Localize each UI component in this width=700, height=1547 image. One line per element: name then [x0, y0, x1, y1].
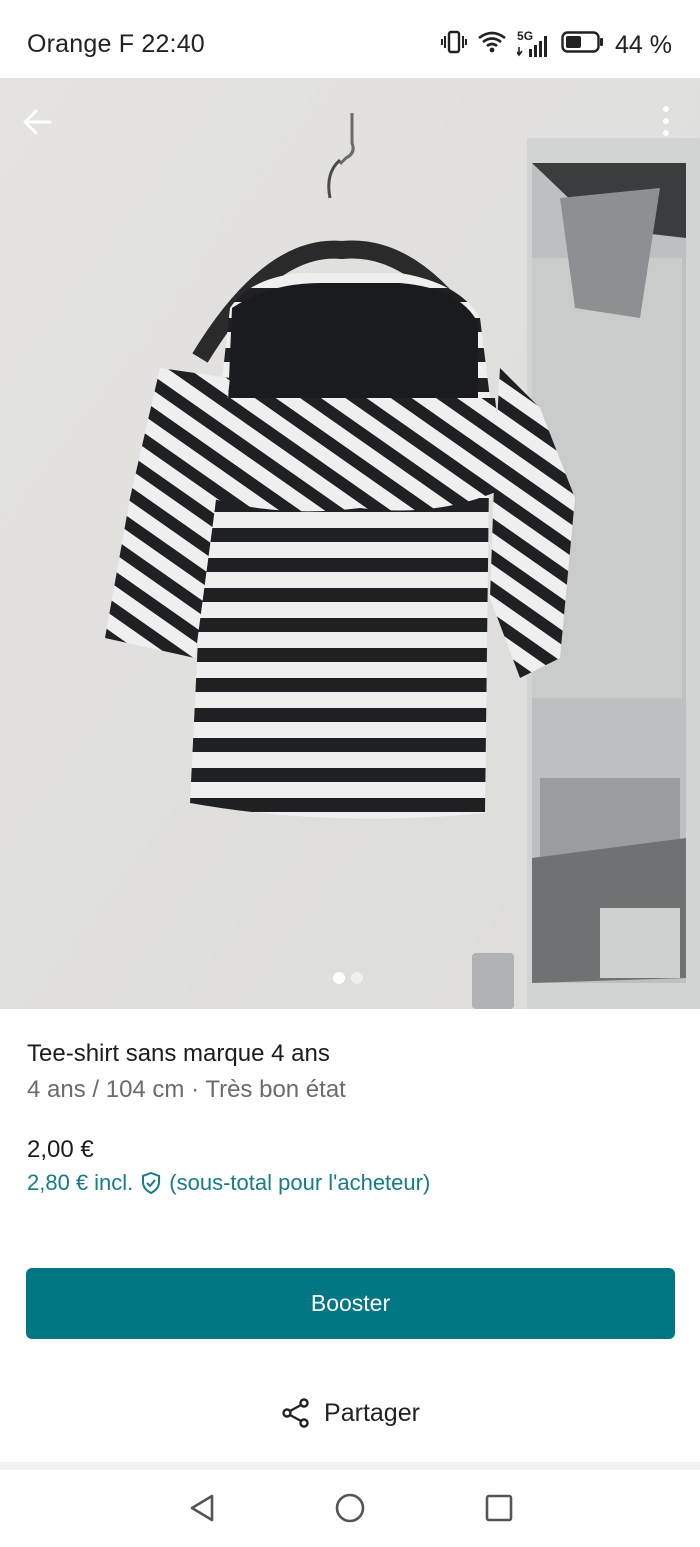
- booster-label: Booster: [310, 1290, 391, 1316]
- protection-note: (sous-total pour l'acheteur): [169, 1170, 431, 1195]
- item-price: 2,00 €: [27, 1136, 94, 1163]
- back-button[interactable]: [16, 100, 60, 144]
- booster-button[interactable]: Booster: [26, 1268, 675, 1339]
- buyer-protection-link[interactable]: 2,80 € incl. (sous-total pour l'acheteur…: [27, 1170, 430, 1196]
- status-bar: Orange F 22:40 5G 44 %: [0, 0, 700, 78]
- item-subtitle: 4 ans / 104 cm · Très bon état: [27, 1076, 346, 1103]
- system-nav-bar: [0, 1470, 700, 1547]
- product-image: [0, 78, 700, 1009]
- nav-home-button[interactable]: [332, 1490, 368, 1526]
- more-vertical-icon: [663, 106, 669, 136]
- share-button[interactable]: Partager: [0, 1393, 700, 1433]
- vibrate-icon: [441, 30, 468, 61]
- gallery-dot-active[interactable]: [333, 972, 345, 984]
- more-options-button[interactable]: [654, 100, 678, 144]
- shield-check-icon: [139, 1171, 163, 1195]
- product-photo[interactable]: [0, 78, 700, 1009]
- price-incl-value: 2,80 €: [27, 1170, 89, 1195]
- square-recents-icon: [485, 1494, 513, 1522]
- share-icon: [282, 1398, 309, 1428]
- nav-recents-button[interactable]: [481, 1490, 517, 1526]
- triangle-back-icon: [190, 1494, 214, 1522]
- gallery-dot[interactable]: [351, 972, 363, 984]
- battery-percent: 44 %: [615, 31, 672, 59]
- incl-label: incl.: [94, 1170, 134, 1195]
- divider: [0, 1462, 700, 1470]
- arrow-left-icon: [23, 109, 52, 135]
- nav-back-button[interactable]: [184, 1490, 220, 1526]
- item-title: Tee-shirt sans marque 4 ans: [27, 1040, 330, 1067]
- circle-home-icon: [335, 1493, 365, 1523]
- wifi-icon: [477, 30, 507, 61]
- battery-icon: [561, 30, 605, 61]
- gallery-indicator: [333, 972, 363, 984]
- share-label: Partager: [324, 1398, 420, 1427]
- signal-icon: 5G: [517, 29, 551, 59]
- status-icons: 5G 44 %: [441, 29, 672, 61]
- carrier-time: Orange F 22:40: [27, 30, 205, 58]
